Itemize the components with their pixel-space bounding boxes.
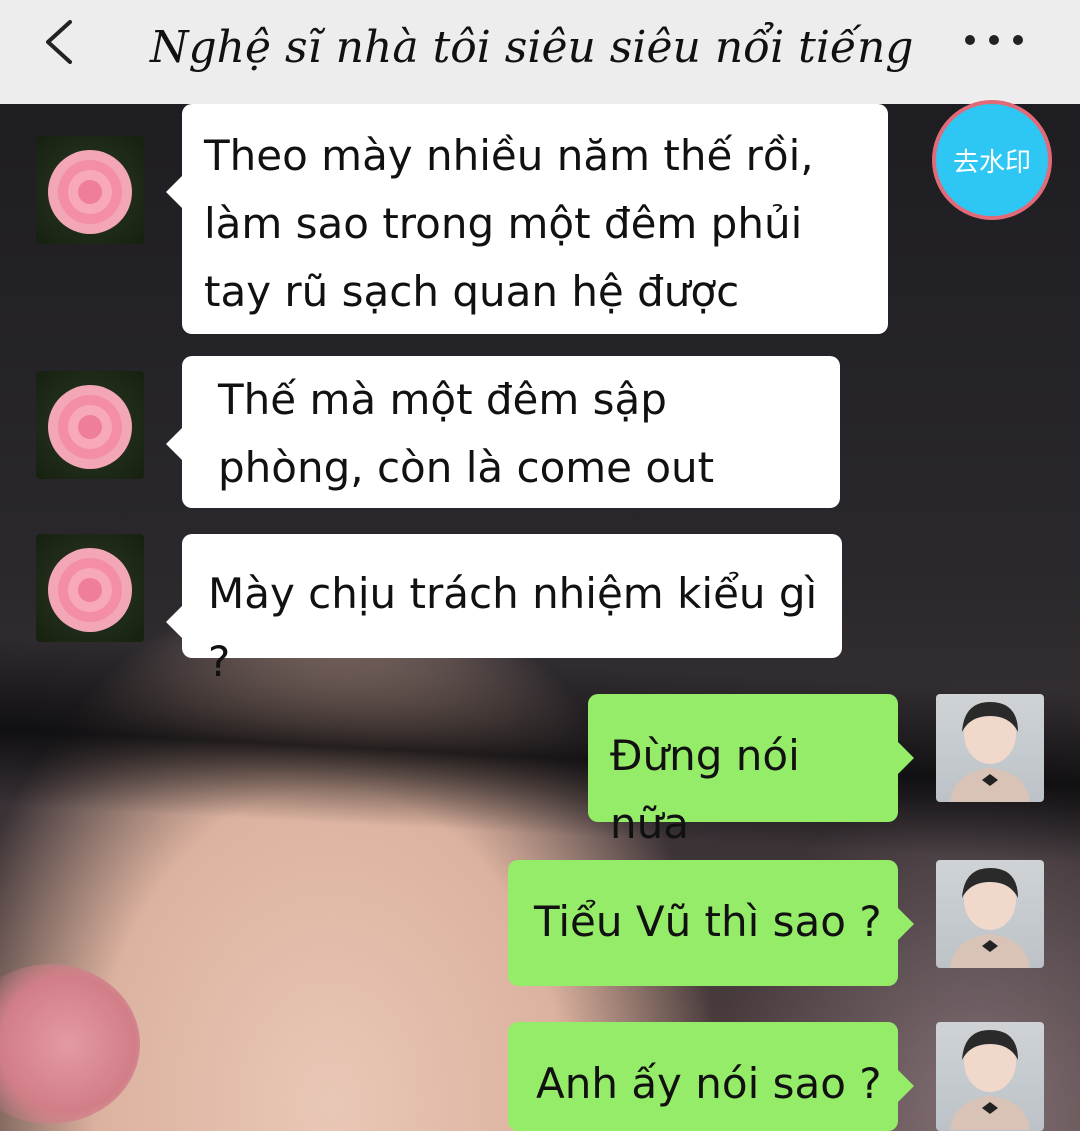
camellia-flower-icon [48,548,132,632]
chat-title: Nghệ sĩ nhà tôi siêu siêu nổi tiếng [150,22,914,73]
person-portrait-icon [950,702,1030,802]
flower-avatar[interactable] [36,136,144,244]
message-bubble-received[interactable]: Mày chịu trách nhiệm kiểu gì ? [166,534,842,686]
person-avatar[interactable] [936,694,1044,802]
more-dots-icon[interactable] [962,30,1026,50]
person-portrait-icon [950,868,1030,968]
message-text: Đừng nói nữa [610,731,800,848]
message-bubble-sent[interactable]: Tiểu Vũ thì sao ? [508,860,914,986]
message-bubble-received[interactable]: Thế mà một đêm sập phòng, còn là come ou… [166,356,840,508]
chevron-left-icon[interactable] [40,18,80,66]
message-text: Tiểu Vũ thì sao ? [534,897,882,946]
message-text: Anh ấy nói sao ? [536,1059,882,1108]
chat-header: Nghệ sĩ nhà tôi siêu siêu nổi tiếng [0,0,1080,104]
camellia-flower-icon [48,150,132,234]
remove-watermark-button[interactable]: 去水印 [932,100,1052,220]
background-lips [0,964,140,1124]
flower-avatar[interactable] [36,534,144,642]
message-text: Theo mày nhiều năm thế rồi, làm sao tron… [204,131,814,316]
message-text: Mày chịu trách nhiệm kiểu gì ? [208,569,818,686]
person-portrait-icon [950,1030,1030,1130]
camellia-flower-icon [48,385,132,469]
person-avatar[interactable] [936,1022,1044,1131]
person-avatar[interactable] [936,860,1044,968]
message-bubble-received[interactable]: Theo mày nhiều năm thế rồi, làm sao tron… [166,104,888,334]
flower-avatar[interactable] [36,371,144,479]
message-bubble-sent[interactable]: Đừng nói nữa [588,694,914,848]
message-text: Thế mà một đêm sập phòng, còn là come ou… [218,375,715,492]
message-bubble-sent[interactable]: Anh ấy nói sao ? [508,1022,914,1131]
